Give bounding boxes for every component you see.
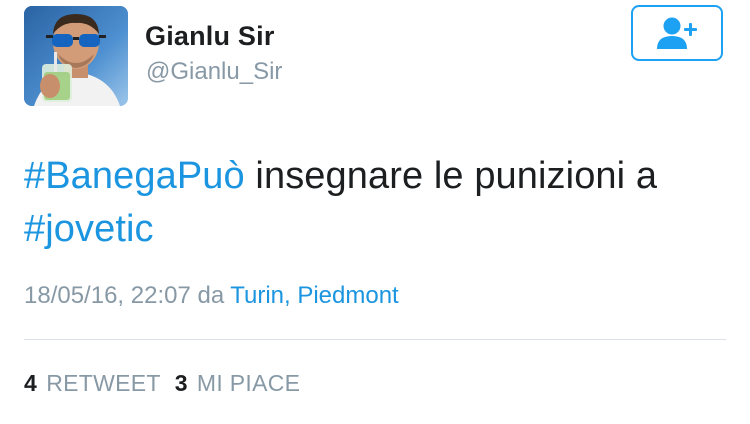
follow-button[interactable]: [631, 5, 723, 61]
avatar-photo: [24, 6, 128, 106]
likes-stat[interactable]: 3 MI PIACE: [175, 370, 301, 396]
retweet-count: 4: [24, 370, 37, 396]
tweet-stats: 4 RETWEET 3 MI PIACE: [24, 370, 300, 397]
tweet-text: #BanegaPuò insegnare le punizioni a #jov…: [24, 150, 724, 256]
hashtag-link[interactable]: #jovetic: [24, 208, 154, 250]
follow-user-plus-icon: [657, 17, 697, 49]
avatar[interactable]: [24, 6, 128, 106]
hashtag-link[interactable]: #BanegaPuò: [24, 155, 245, 197]
tweet-body-text: insegnare le punizioni a: [244, 155, 658, 197]
divider: [24, 339, 726, 340]
tweet-timestamp: 18/05/16, 22:07: [24, 282, 191, 309]
retweet-stat[interactable]: 4 RETWEET: [24, 370, 161, 396]
likes-label: MI PIACE: [196, 370, 301, 396]
likes-count: 3: [174, 370, 188, 396]
user-handle[interactable]: @Gianlu_Sir: [146, 58, 282, 86]
retweet-label: RETWEET: [46, 370, 161, 396]
via-label: da: [197, 282, 225, 309]
location-link[interactable]: Turin, Piedmont: [230, 282, 399, 309]
user-display-name[interactable]: Gianlu Sir: [145, 21, 275, 52]
tweet-meta: 18/05/16, 22:07 da Turin, Piedmont: [24, 282, 399, 310]
